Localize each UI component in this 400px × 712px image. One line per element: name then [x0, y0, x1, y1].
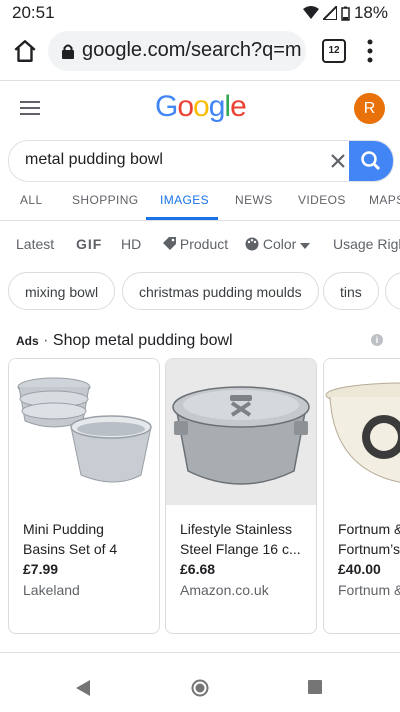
status-bar: 20:51 18% [0, 0, 400, 24]
filter-usage-rights[interactable]: Usage Rights [333, 236, 400, 252]
url-text: google.com/search?q=m [82, 39, 302, 61]
product-price: £40.00 [338, 561, 381, 577]
home-icon[interactable] [12, 38, 38, 64]
product-store: Fortnum & [338, 582, 400, 598]
product-title: Fortnum & Fortnum’s [338, 521, 400, 557]
product-image [166, 359, 316, 505]
google-header: Google R [0, 80, 400, 138]
product-card[interactable]: Lifestyle Stainless Steel Flange 16 c...… [165, 358, 317, 634]
wifi-icon [302, 6, 319, 19]
filter-color-label: Color [262, 236, 297, 252]
filter-color[interactable]: Color [245, 236, 311, 252]
browser-toolbar: google.com/search?q=m 12 [0, 24, 400, 81]
tab-maps[interactable]: MAPS [369, 193, 400, 207]
tag-icon [163, 237, 176, 250]
search-button[interactable] [349, 141, 393, 181]
product-store: Amazon.co.uk [180, 582, 269, 598]
divider [0, 652, 400, 653]
more-menu-icon[interactable] [364, 38, 376, 64]
clear-icon[interactable] [327, 150, 349, 172]
back-icon[interactable] [76, 680, 92, 696]
product-price: £7.99 [23, 561, 59, 577]
ads-badge: Ads [16, 334, 39, 348]
product-carousel: Mini Pudding Basins Set of 4 £7.99 Lakel… [0, 358, 400, 638]
filter-latest[interactable]: Latest [16, 236, 54, 252]
tab-images[interactable]: IMAGES [160, 193, 209, 207]
clock: 20:51 [12, 3, 55, 22]
tab-shopping[interactable]: SHOPPING [72, 193, 139, 207]
battery-icon [341, 6, 350, 21]
palette-icon [245, 237, 259, 251]
chip-more[interactable] [385, 272, 400, 310]
chip-mixing-bowl[interactable]: mixing bowl [8, 272, 116, 310]
hamburger-menu-icon[interactable] [20, 100, 40, 116]
tab-news[interactable]: NEWS [235, 193, 273, 207]
google-logo[interactable]: Google [155, 90, 247, 124]
filter-product[interactable]: Product [163, 236, 228, 252]
chevron-down-icon [300, 243, 311, 249]
tab-switcher-button[interactable]: 12 [322, 39, 346, 63]
product-title: Mini Pudding Basins Set of 4 [23, 521, 118, 557]
filter-gif[interactable]: GIF [76, 236, 102, 252]
search-icon [361, 151, 381, 171]
chip-tins[interactable]: tins [323, 272, 379, 310]
recents-icon[interactable] [308, 680, 322, 694]
ads-title: Shop metal pudding bowl [52, 332, 233, 349]
android-nav-bar [0, 664, 400, 712]
battery-level: 18% [353, 3, 388, 22]
search-box[interactable]: metal pudding bowl [8, 140, 394, 182]
product-store: Lakeland [23, 582, 80, 598]
tab-all[interactable]: ALL [20, 193, 43, 207]
address-bar[interactable]: google.com/search?q=m [48, 31, 306, 71]
lock-icon [62, 44, 74, 59]
product-image [9, 359, 159, 505]
product-title: Lifestyle Stainless Steel Flange 16 c... [180, 521, 301, 557]
filter-product-label: Product [179, 236, 229, 252]
chip-christmas-pudding-moulds[interactable]: christmas pudding moulds [122, 272, 319, 310]
product-card[interactable]: Fortnum & Fortnum’s £40.00 Fortnum & [323, 358, 400, 634]
active-tab-indicator [146, 217, 218, 220]
account-avatar[interactable]: R [354, 93, 385, 124]
image-filters: Latest GIF HD Product Color Usage Rights [0, 226, 400, 262]
search-tabs: ALL SHOPPING IMAGES NEWS VIDEOS MAPS [0, 184, 400, 221]
product-image [324, 359, 400, 505]
info-icon[interactable]: i [371, 334, 383, 346]
ads-separator: · [43, 332, 49, 349]
tab-videos[interactable]: VIDEOS [298, 193, 346, 207]
search-input[interactable]: metal pudding bowl [25, 151, 163, 169]
home-nav-icon[interactable] [191, 679, 209, 697]
ads-header: Ads · Shop metal pudding bowl [16, 332, 233, 350]
product-price: £6.68 [180, 561, 216, 577]
related-searches: mixing bowl christmas pudding moulds tin… [0, 270, 400, 314]
filter-hd[interactable]: HD [121, 236, 141, 252]
status-icons: 18% [302, 3, 388, 23]
signal-icon [322, 6, 337, 20]
product-card[interactable]: Mini Pudding Basins Set of 4 £7.99 Lakel… [8, 358, 160, 634]
